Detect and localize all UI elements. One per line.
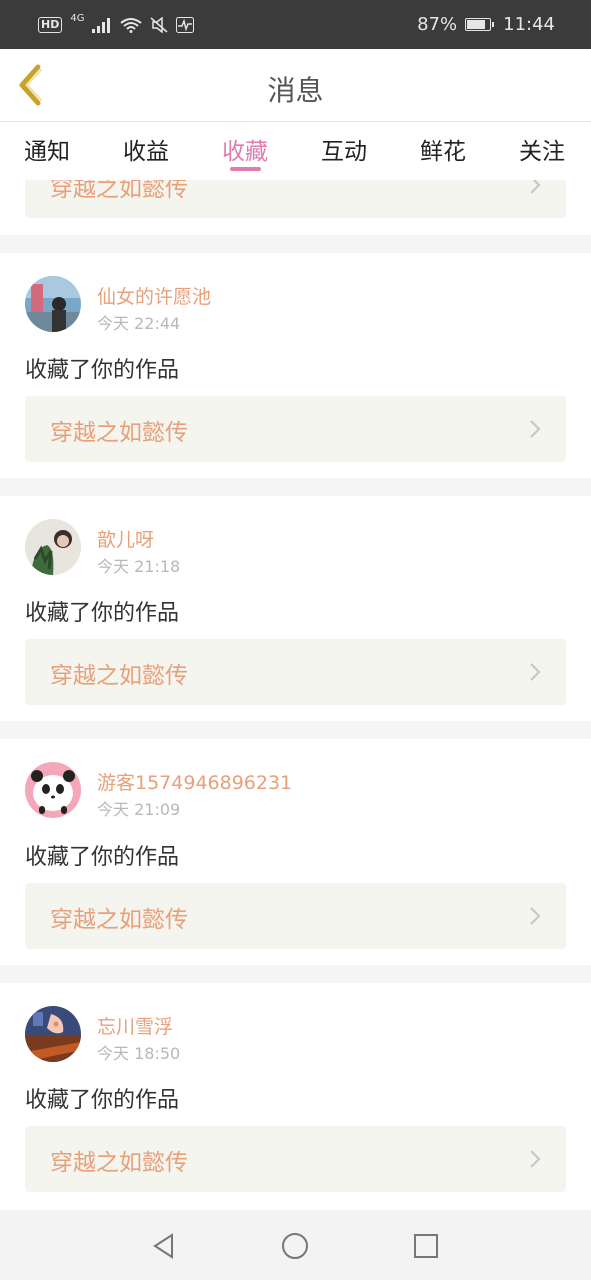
tab-earnings[interactable]: 收益	[123, 132, 169, 166]
tab-favorites[interactable]: 收藏	[222, 132, 268, 166]
divider	[0, 478, 591, 496]
signal-icon	[92, 17, 111, 33]
page-title: 消息	[267, 74, 324, 107]
title-bar: 消息	[0, 49, 591, 122]
tab-bar: 通知 收益 收藏 互动 鲜花 关注	[0, 122, 591, 180]
home-circle-icon[interactable]	[281, 1232, 309, 1260]
work-link-card[interactable]: 穿越之如懿传	[25, 883, 566, 949]
username[interactable]: 歆儿呀	[97, 525, 154, 552]
work-title: 穿越之如懿传	[50, 663, 188, 689]
wifi-icon	[120, 17, 143, 33]
action-text: 收藏了你的作品	[25, 601, 180, 626]
avatar-photo-icon	[25, 519, 81, 575]
battery-icon	[465, 18, 495, 31]
work-link-card[interactable]: 穿越之如懿传	[25, 396, 566, 462]
work-title: 穿越之如懿传	[50, 180, 188, 202]
divider	[0, 235, 591, 253]
status-right: 87% 11:44	[417, 14, 555, 35]
avatar-photo-icon	[25, 276, 81, 332]
tab-notifications[interactable]: 通知	[24, 132, 70, 166]
panda-avatar-icon	[25, 762, 81, 818]
chevron-right-icon	[530, 180, 541, 194]
hd-badge: HD	[38, 16, 63, 33]
timestamp: 今天 21:18	[97, 557, 181, 576]
back-triangle-icon[interactable]	[150, 1232, 178, 1260]
chevron-right-icon	[530, 907, 541, 925]
work-title: 穿越之如懿传	[50, 1150, 188, 1176]
notification-feed[interactable]: 穿越之如懿传 仙女的许愿池 今天 22:44 收藏了你的作品 穿越之如懿传 歆儿…	[0, 180, 591, 1210]
work-title: 穿越之如懿传	[50, 420, 188, 446]
active-tab-indicator	[230, 167, 261, 171]
user-avatar[interactable]	[25, 1006, 81, 1062]
chevron-right-icon	[530, 663, 541, 681]
username[interactable]: 忘川雪浮	[97, 1012, 173, 1039]
battery-percent: 87%	[417, 14, 458, 35]
divider	[0, 965, 591, 983]
action-text: 收藏了你的作品	[25, 358, 180, 383]
username[interactable]: 游客1574946896231	[97, 768, 292, 795]
work-link-card[interactable]: 穿越之如懿传	[25, 1126, 566, 1192]
timestamp: 今天 21:09	[97, 800, 181, 819]
tab-interactions[interactable]: 互动	[321, 132, 367, 166]
action-text: 收藏了你的作品	[25, 1088, 180, 1113]
system-nav-bar	[0, 1210, 591, 1280]
network-type: 4G	[70, 13, 85, 24]
timestamp: 今天 18:50	[97, 1044, 181, 1063]
work-title: 穿越之如懿传	[50, 907, 188, 933]
user-avatar[interactable]	[25, 276, 81, 332]
mute-icon	[150, 16, 168, 33]
chevron-right-icon	[530, 420, 541, 438]
work-link-card[interactable]: 穿越之如懿传	[25, 639, 566, 705]
chevron-right-icon	[530, 1150, 541, 1168]
user-avatar[interactable]	[25, 519, 81, 575]
clock: 11:44	[503, 14, 555, 35]
action-text: 收藏了你的作品	[25, 845, 180, 870]
divider	[0, 721, 591, 739]
tab-flowers[interactable]: 鲜花	[420, 132, 466, 166]
status-left: HD 4G	[38, 13, 195, 33]
user-avatar[interactable]	[25, 762, 81, 818]
timestamp: 今天 22:44	[97, 314, 181, 333]
work-link-card[interactable]: 穿越之如懿传	[25, 180, 566, 218]
battery-level	[467, 20, 486, 29]
tab-follows[interactable]: 关注	[519, 132, 565, 166]
activity-icon	[176, 16, 195, 33]
username[interactable]: 仙女的许愿池	[97, 282, 211, 309]
status-bar: HD 4G 87% 11:44	[0, 0, 591, 49]
avatar-photo-icon	[25, 1006, 81, 1062]
recents-square-icon[interactable]	[413, 1233, 439, 1259]
